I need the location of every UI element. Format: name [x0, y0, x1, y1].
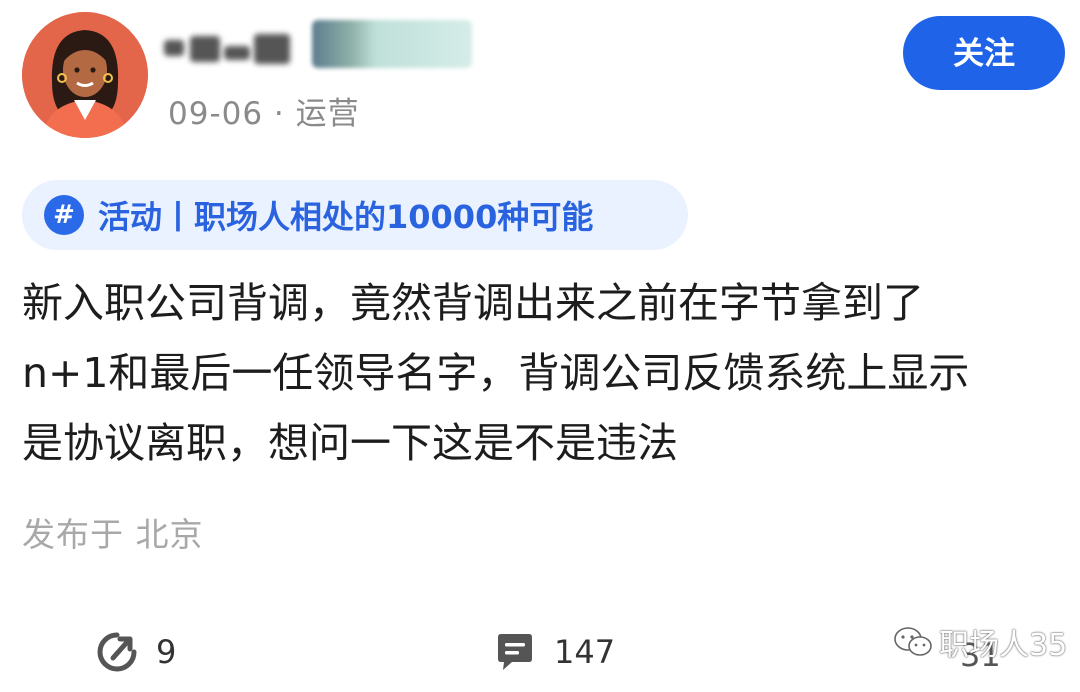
share-count: 9: [156, 633, 177, 671]
post-content: 新入职公司背调，竟然背调出来之前在字节拿到了 n+1和最后一任领导名字，背调公司…: [22, 268, 1067, 478]
post-location: 发布于 北京: [22, 515, 204, 554]
post-line: n+1和最后一任领导名字，背调公司反馈系统上显示: [22, 349, 970, 397]
user-avatar-icon: [22, 12, 148, 138]
share-icon: [97, 632, 137, 672]
watermark-text: 职场人35: [939, 628, 1068, 663]
user-avatar[interactable]: [22, 12, 148, 138]
watermark: 职场人35: [893, 620, 1067, 664]
topic-label: 活动丨职场人相处的10000种可能: [98, 198, 594, 236]
comment-count: 147: [554, 633, 616, 671]
comment-action[interactable]: 147: [494, 628, 615, 676]
username-redacted: [160, 28, 295, 70]
share-action[interactable]: 9: [96, 628, 176, 676]
post-line: 新入职公司背调，竟然背调出来之前在字节拿到了: [22, 279, 924, 327]
follow-button[interactable]: 关注: [903, 16, 1065, 90]
comment-icon: [498, 634, 532, 670]
post-line: 是协议离职，想问一下这是不是违法: [22, 419, 678, 467]
wechat-icon: [894, 627, 932, 656]
user-badge-redacted: [312, 20, 472, 68]
hash-icon: #: [44, 195, 84, 235]
post-meta: 09-06 · 运营: [168, 96, 360, 132]
topic-tag[interactable]: # 活动丨职场人相处的10000种可能: [22, 180, 688, 250]
